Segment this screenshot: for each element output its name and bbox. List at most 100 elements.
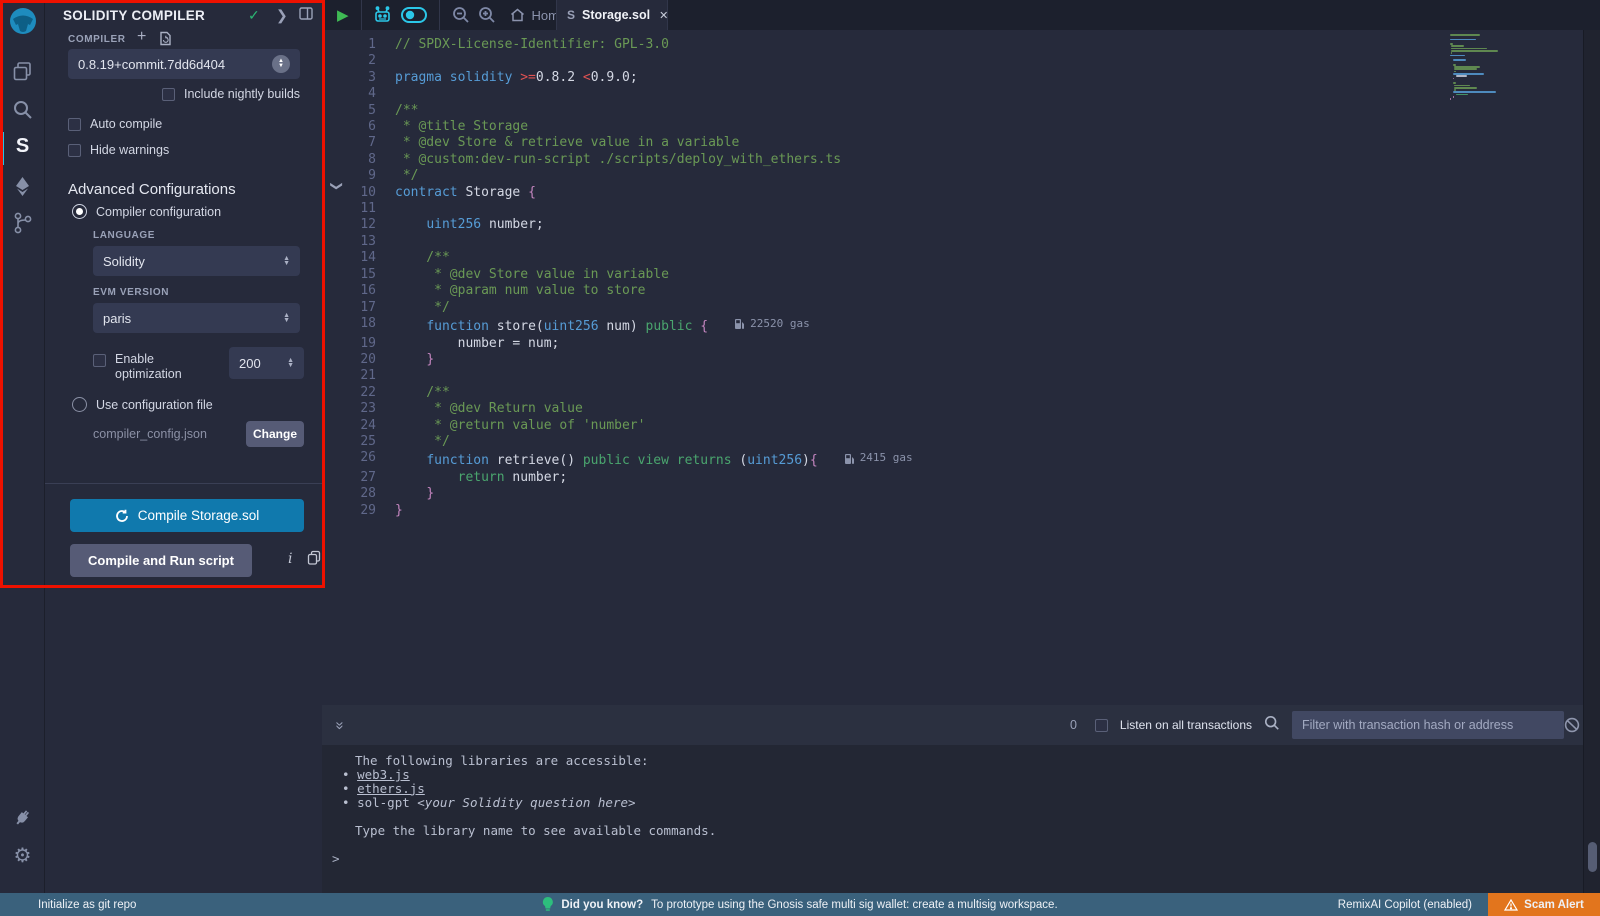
settings-icon[interactable]: ⚙ xyxy=(0,843,45,868)
open-compiler-window-icon[interactable] xyxy=(158,31,172,51)
hide-warnings-checkbox[interactable] xyxy=(68,144,81,157)
terminal-tip-line: Type the library name to see available c… xyxy=(355,824,1600,838)
ai-copilot-robot-icon[interactable] xyxy=(372,6,393,25)
include-nightly-checkbox[interactable] xyxy=(162,88,175,101)
line-number[interactable]: 7 xyxy=(322,135,376,151)
library-link[interactable]: ethers.js xyxy=(357,781,425,796)
line-number[interactable]: 26 xyxy=(322,450,376,470)
enable-optimization-checkbox[interactable] xyxy=(93,354,106,367)
scrollbar-thumb[interactable] xyxy=(1588,842,1597,872)
line-number[interactable]: 15 xyxy=(322,267,376,283)
line-number[interactable]: 21 xyxy=(322,368,376,384)
code-line: 16 * @param num value to store xyxy=(322,283,1600,299)
solidity-compiler-icon[interactable]: S xyxy=(0,135,45,158)
run-script-play-icon[interactable]: ▶ xyxy=(337,6,349,24)
clear-terminal-ban-icon[interactable] xyxy=(1564,717,1580,738)
close-tab-icon[interactable]: ✕ xyxy=(659,9,668,22)
zoom-in-icon[interactable] xyxy=(478,6,496,24)
pin-panel-icon[interactable] xyxy=(299,7,313,23)
minimap[interactable] xyxy=(1450,34,1570,101)
divider xyxy=(361,0,362,30)
divider xyxy=(45,483,322,484)
code-line: 2 xyxy=(322,53,1600,69)
evm-version-select[interactable]: paris ▲▼ xyxy=(93,303,300,333)
line-number[interactable]: 5 xyxy=(322,103,376,119)
info-icon[interactable]: i xyxy=(288,551,292,567)
chevron-down-icon[interactable]: ❯ xyxy=(330,181,344,191)
code-lines: 1// SPDX-License-Identifier: GPL-3.02 3p… xyxy=(322,37,1600,519)
panel-forward-icon[interactable]: ❯ xyxy=(276,7,288,24)
line-number[interactable]: 23 xyxy=(322,401,376,417)
line-number[interactable]: 6 xyxy=(322,119,376,135)
line-number[interactable]: 20 xyxy=(322,352,376,368)
copilot-toggle[interactable] xyxy=(401,7,427,23)
line-number[interactable]: 13 xyxy=(322,234,376,250)
terminal-search-icon[interactable] xyxy=(1264,715,1280,736)
terminal-prompt[interactable]: > xyxy=(332,852,340,866)
optimization-runs-input[interactable]: 200 ▲▼ xyxy=(229,347,304,379)
line-number[interactable]: 27 xyxy=(322,470,376,486)
line-number[interactable]: 25 xyxy=(322,434,376,450)
code-line: 15 * @dev Store value in variable xyxy=(322,267,1600,283)
code-line: 24 * @return value of 'number' xyxy=(322,418,1600,434)
change-config-button[interactable]: Change xyxy=(246,421,304,447)
library-link[interactable]: web3.js xyxy=(357,767,410,782)
line-number[interactable]: 1 xyxy=(322,37,376,53)
line-number[interactable]: 2 xyxy=(322,53,376,69)
include-nightly-row: Include nightly builds xyxy=(162,87,300,101)
compile-button[interactable]: Compile Storage.sol xyxy=(70,499,304,532)
compiler-configuration-radio[interactable] xyxy=(72,204,87,219)
collapse-terminal-icon[interactable]: » xyxy=(332,721,349,729)
deploy-run-icon[interactable] xyxy=(0,176,45,197)
copilot-status[interactable]: RemixAI Copilot (enabled) xyxy=(1338,899,1472,911)
line-number[interactable]: 17 xyxy=(322,300,376,316)
scam-alert-badge[interactable]: Scam Alert xyxy=(1488,893,1600,916)
line-number[interactable]: 3 xyxy=(322,70,376,86)
line-number[interactable]: 12 xyxy=(322,217,376,233)
copy-icon[interactable] xyxy=(307,550,321,570)
file-explorer-icon[interactable] xyxy=(0,61,45,82)
line-number[interactable]: 24 xyxy=(322,418,376,434)
transaction-filter-input[interactable] xyxy=(1292,711,1564,739)
code-line: 18 function store(uint256 num) public {2… xyxy=(322,316,1600,336)
hide-warnings-row: Hide warnings xyxy=(68,143,169,157)
line-number[interactable]: 28 xyxy=(322,486,376,502)
code-editor[interactable]: 1// SPDX-License-Identifier: GPL-3.02 3p… xyxy=(322,30,1600,705)
enable-optimization-row: Enable optimization xyxy=(93,352,223,382)
line-number[interactable]: 4 xyxy=(322,86,376,102)
git-icon[interactable] xyxy=(0,212,45,234)
compile-and-run-button[interactable]: Compile and Run script xyxy=(70,544,252,577)
code-line: 27 return number; xyxy=(322,470,1600,486)
listen-transactions-checkbox[interactable] xyxy=(1095,719,1108,732)
warning-triangle-icon xyxy=(1504,899,1518,911)
spinner-arrows-icon: ▲▼ xyxy=(287,358,294,368)
language-select[interactable]: Solidity ▲▼ xyxy=(93,246,300,276)
line-number[interactable]: 11 xyxy=(322,201,376,217)
line-number[interactable]: 22 xyxy=(322,385,376,401)
add-compiler-icon[interactable]: + xyxy=(137,28,146,46)
code-line: 23 * @dev Return value xyxy=(322,401,1600,417)
plugin-manager-icon[interactable] xyxy=(0,807,45,827)
line-number[interactable]: 18 xyxy=(322,316,376,336)
code-line: 26 function retrieve() public view retur… xyxy=(322,450,1600,470)
line-number[interactable]: 29 xyxy=(322,503,376,519)
line-number[interactable]: 14 xyxy=(322,250,376,266)
code-line: 5/** xyxy=(322,103,1600,119)
use-configuration-file-radio[interactable] xyxy=(72,397,87,412)
compiler-version-select[interactable]: 0.8.19+commit.7dd6d404 ▲▼ xyxy=(68,49,300,79)
library-item: web3.js xyxy=(355,768,1600,782)
zoom-out-icon[interactable] xyxy=(452,6,470,24)
line-number[interactable]: 8 xyxy=(322,152,376,168)
init-git-repo-button[interactable]: Initialize as git repo xyxy=(38,899,136,911)
library-item: sol-gpt <your Solidity question here> xyxy=(355,796,1600,810)
remix-logo-icon[interactable] xyxy=(0,6,45,38)
search-icon[interactable] xyxy=(0,99,45,120)
line-number[interactable]: 16 xyxy=(322,283,376,299)
tab-storage-sol[interactable]: S Storage.sol ✕ xyxy=(556,0,668,30)
auto-compile-checkbox[interactable] xyxy=(68,118,81,131)
evm-version-label: EVM VERSION xyxy=(93,287,169,298)
scrollbar-rail[interactable] xyxy=(1583,30,1600,893)
code-line: 10contract Storage { xyxy=(322,185,1600,201)
advanced-configurations-header[interactable]: Advanced Configurations xyxy=(68,181,236,198)
line-number[interactable]: 19 xyxy=(322,336,376,352)
